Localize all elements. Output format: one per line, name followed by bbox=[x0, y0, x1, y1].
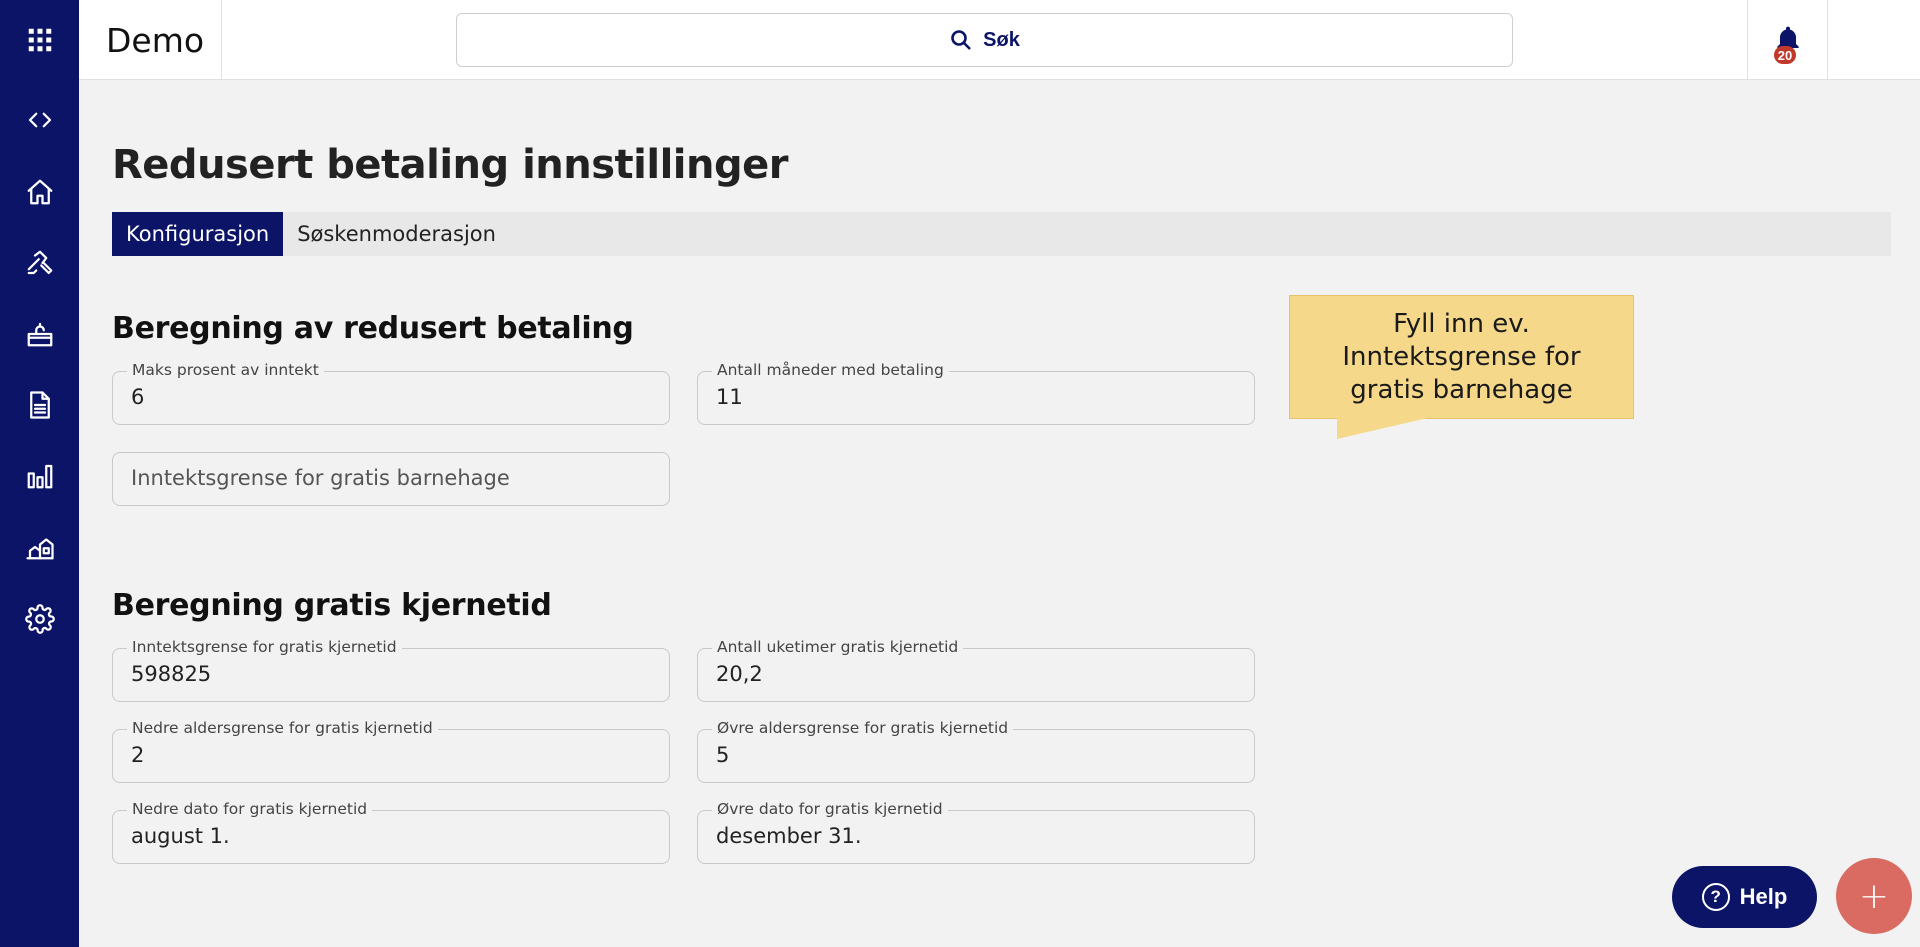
page-title: Redusert betaling innstillinger bbox=[112, 142, 788, 188]
field-value: desember 31. bbox=[716, 824, 862, 848]
payment-months-field[interactable]: Antall måneder med betaling 11 bbox=[697, 361, 1255, 425]
callout-text: Fyll inn ev. Inntektsgrense for gratis b… bbox=[1342, 308, 1581, 405]
help-label: Help bbox=[1739, 884, 1788, 909]
field-label: Maks prosent av inntekt bbox=[127, 361, 324, 379]
callout-tail bbox=[1337, 417, 1432, 439]
field-value: 2 bbox=[131, 743, 145, 767]
gear-icon[interactable] bbox=[0, 596, 79, 642]
field-label: Inntektsgrense for gratis kjernetid bbox=[127, 638, 402, 656]
user-menu[interactable]: MM bbox=[1907, 0, 1920, 80]
tab-konfigurasjon[interactable]: Konfigurasjon bbox=[112, 212, 284, 256]
topbar: Demo Søk MM bbox=[79, 0, 1920, 80]
document-icon[interactable] bbox=[0, 382, 79, 428]
question-icon: ? bbox=[1701, 883, 1730, 911]
field-label: Øvre aldersgrense for gratis kjernetid bbox=[712, 719, 1014, 737]
notifications-button[interactable] bbox=[1747, 0, 1828, 80]
section-title-reduced-payment: Beregning av redusert betaling bbox=[112, 311, 634, 346]
field-placeholder: Inntektsgrense for gratis barnehage bbox=[131, 466, 510, 490]
field-label: Øvre dato for gratis kjernetid bbox=[712, 800, 948, 818]
field-value: august 1. bbox=[131, 824, 230, 848]
upper-age-field[interactable]: Øvre aldersgrense for gratis kjernetid 5 bbox=[697, 719, 1255, 783]
field-label: Antall måneder med betaling bbox=[712, 361, 949, 379]
lower-age-field[interactable]: Nedre aldersgrense for gratis kjernetid … bbox=[112, 719, 670, 783]
search-input[interactable]: Søk bbox=[456, 13, 1513, 67]
field-value: 6 bbox=[131, 385, 145, 409]
apps-grid-icon[interactable] bbox=[0, 17, 79, 63]
help-button[interactable]: ? Help bbox=[1672, 866, 1817, 928]
field-label: Nedre dato for gratis kjernetid bbox=[127, 800, 373, 818]
tab-soskenmoderasjon[interactable]: Søskenmoderasjon bbox=[283, 212, 510, 256]
notification-badge: 20 bbox=[1774, 46, 1796, 64]
search-label: Søk bbox=[983, 28, 1020, 51]
field-value: 11 bbox=[716, 385, 743, 409]
field-value: 5 bbox=[716, 743, 730, 767]
sink-icon[interactable] bbox=[0, 311, 79, 357]
hint-callout: Fyll inn ev. Inntektsgrense for gratis b… bbox=[1289, 295, 1634, 419]
free-kindergarten-income-limit-field[interactable]: Inntektsgrense for gratis barnehage bbox=[112, 452, 670, 506]
section-title-core-time: Beregning gratis kjernetid bbox=[112, 588, 552, 623]
sidebar bbox=[0, 0, 79, 947]
add-button[interactable]: + bbox=[1836, 858, 1912, 934]
field-label: Antall uketimer gratis kjernetid bbox=[712, 638, 964, 656]
max-percent-field[interactable]: Maks prosent av inntekt 6 bbox=[112, 361, 670, 425]
lower-date-field[interactable]: Nedre dato for gratis kjernetid august 1… bbox=[112, 800, 670, 864]
tab-bar: Konfigurasjon Søskenmoderasjon bbox=[112, 212, 1891, 256]
field-label: Nedre aldersgrense for gratis kjernetid bbox=[127, 719, 438, 737]
upper-date-field[interactable]: Øvre dato for gratis kjernetid desember … bbox=[697, 800, 1255, 864]
weekly-hours-field[interactable]: Antall uketimer gratis kjernetid 20,2 bbox=[697, 638, 1255, 702]
field-value: 20,2 bbox=[716, 662, 763, 686]
bar-chart-icon[interactable] bbox=[0, 453, 79, 499]
app-title[interactable]: Demo bbox=[79, 0, 222, 80]
buildings-icon[interactable] bbox=[0, 524, 79, 570]
field-value: 598825 bbox=[131, 662, 212, 686]
core-time-income-limit-field[interactable]: Inntektsgrense for gratis kjernetid 5988… bbox=[112, 638, 670, 702]
tools-icon[interactable] bbox=[0, 240, 79, 286]
code-icon[interactable] bbox=[0, 97, 79, 143]
home-icon[interactable] bbox=[0, 169, 79, 215]
search-icon bbox=[951, 30, 972, 50]
